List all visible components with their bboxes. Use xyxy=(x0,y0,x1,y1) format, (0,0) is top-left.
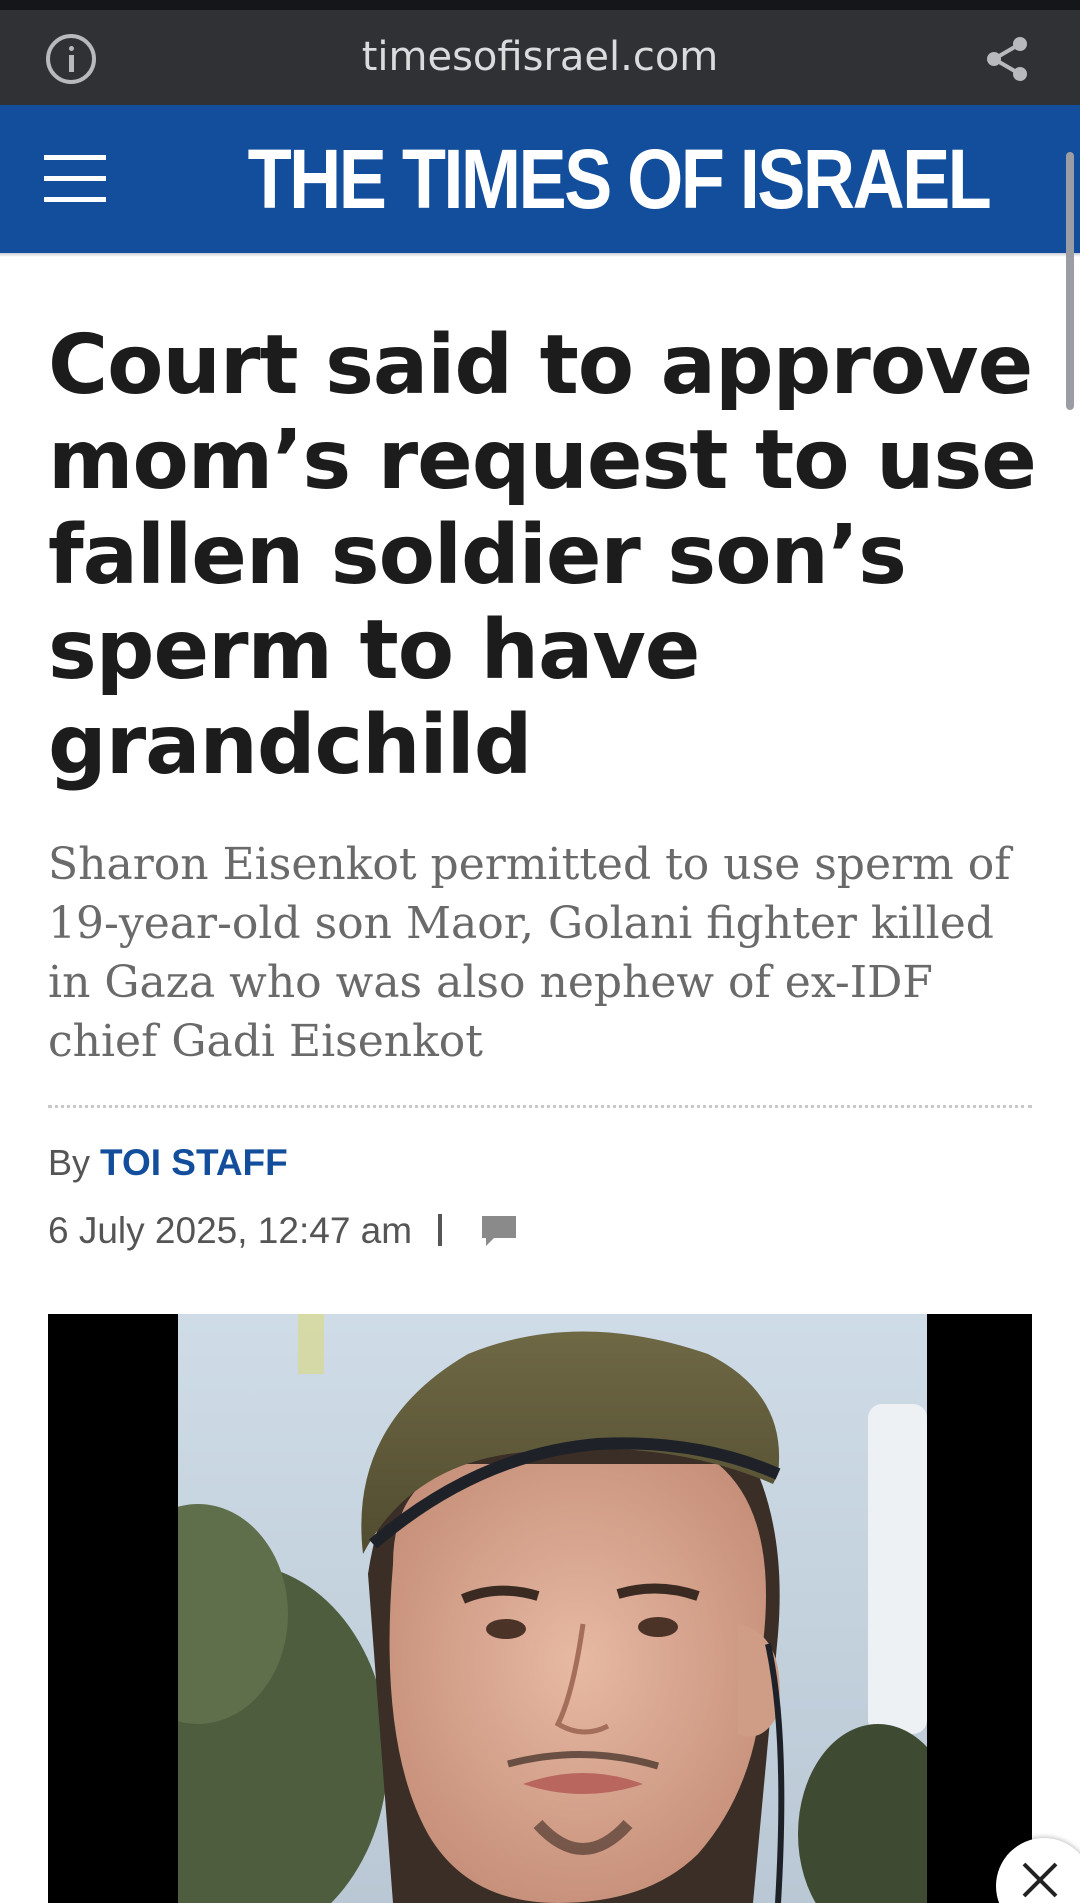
soldier-portrait-image xyxy=(178,1314,927,1903)
site-logo[interactable]: THE TIMES OF ISRAEL xyxy=(248,127,992,231)
byline-prefix: By xyxy=(48,1142,91,1183)
comment-icon[interactable] xyxy=(480,1214,518,1248)
publish-date: 6 July 2025, 12:47 am xyxy=(48,1210,413,1251)
site-header: THE TIMES OF ISRAEL xyxy=(0,105,1080,253)
share-icon[interactable] xyxy=(982,34,1032,84)
browser-url-bar: timesofisrael.com xyxy=(0,10,1080,105)
article-photo[interactable] xyxy=(48,1314,1032,1903)
hamburger-menu-icon[interactable] xyxy=(44,155,106,203)
url-text[interactable]: timesofisrael.com xyxy=(240,10,840,105)
close-icon xyxy=(1022,1862,1058,1898)
status-bar xyxy=(0,0,1080,10)
separator xyxy=(438,1214,442,1246)
info-icon[interactable] xyxy=(46,34,96,84)
article-headline: Court said to approve mom’s request to u… xyxy=(48,318,1037,793)
divider xyxy=(48,1105,1032,1108)
scrollbar-thumb[interactable] xyxy=(1066,152,1074,410)
author-link[interactable]: TOI STAFF xyxy=(100,1142,288,1183)
byline: By TOI STAFF xyxy=(48,1138,288,1188)
article-subheadline: Sharon Eisenkot permitted to use sperm o… xyxy=(48,839,1011,1067)
header-divider xyxy=(0,253,1080,257)
